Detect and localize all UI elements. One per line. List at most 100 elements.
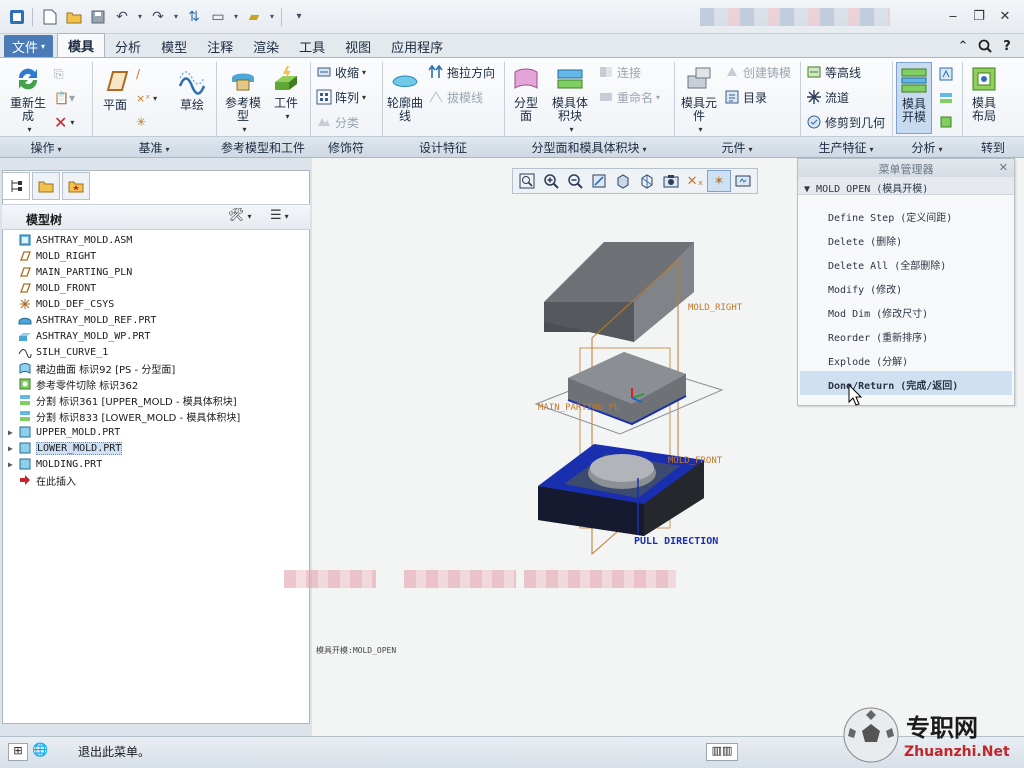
reference-model-button[interactable]: 参考模型 ▾ — [222, 64, 264, 136]
menu-item[interactable]: Define Step (定义间距) — [798, 203, 1014, 227]
tree-item[interactable]: ▶ LOWER_MOLD.PRT — [8, 440, 308, 456]
analysis-small-2-button[interactable] — [938, 88, 957, 108]
classify-button[interactable]: 分类 — [316, 112, 359, 132]
tree-item[interactable]: MOLD_FRONT — [8, 280, 308, 296]
expand-arrow-icon[interactable]: ▶ — [8, 444, 18, 453]
tree-item[interactable]: SILH_CURVE_1 — [8, 344, 308, 360]
group-label-parting-volume[interactable]: 分型面和模具体积块 ▾ — [504, 139, 674, 155]
expand-arrow-icon[interactable]: ▶ — [8, 428, 18, 437]
mold-volume-dropdown-icon[interactable]: ▾ — [569, 123, 573, 136]
expand-arrow-icon[interactable]: ▶ — [8, 460, 18, 469]
tab-model[interactable]: 模型 — [151, 35, 197, 57]
tab-render[interactable]: 渲染 — [243, 35, 289, 57]
shrink-button[interactable]: 收缩 ▾ — [316, 62, 366, 82]
tree-item[interactable]: MOLD_DEF_CSYS — [8, 296, 308, 312]
datum-csys-button[interactable]: ✳ — [136, 112, 146, 132]
restore-icon[interactable]: ❐ — [970, 8, 988, 24]
group-label-operations[interactable]: 操作 ▾ — [0, 139, 92, 155]
datum-axis-button[interactable]: / — [136, 64, 140, 84]
customize-toolbar-icon[interactable]: ▾ — [288, 6, 310, 28]
favorites-tab-icon[interactable] — [62, 172, 90, 200]
group-label-production[interactable]: 生产特征 ▾ — [800, 139, 892, 155]
pattern-button[interactable]: 阵列 ▾ — [316, 87, 366, 107]
drag-direction-button[interactable]: 拖拉方向 — [428, 62, 495, 82]
contour-curve-button[interactable]: 轮廓曲线 — [386, 64, 424, 123]
analysis-small-1-button[interactable] — [938, 64, 957, 84]
windows-dropdown-icon[interactable]: ▾ — [231, 6, 241, 28]
view-manager-icon[interactable] — [659, 170, 683, 192]
regenerate-dropdown-icon[interactable]: ▾ — [27, 123, 31, 136]
spin-center-icon[interactable]: ✶ — [707, 170, 731, 192]
analysis-small-3-button[interactable] — [938, 112, 957, 132]
model-tree-tab-icon[interactable] — [2, 172, 30, 200]
tree-item[interactable]: 参考零件切除 标识362 — [8, 376, 308, 392]
menu-item[interactable]: Mod Dim (修改尺寸) — [798, 299, 1014, 323]
tree-item[interactable]: ▶ UPPER_MOLD.PRT — [8, 424, 308, 440]
copy-button[interactable]: ⎘ — [54, 64, 64, 84]
tree-item[interactable]: ASHTRAY_MOLD.ASM — [8, 232, 308, 248]
workpiece-dropdown-icon[interactable]: ▾ — [285, 110, 289, 123]
menu-item[interactable]: Explode (分解) — [798, 347, 1014, 371]
tab-view[interactable]: 视图 — [335, 35, 381, 57]
group-label-analysis[interactable]: 分析 ▾ — [892, 139, 962, 155]
group-label-datum[interactable]: 基准 ▾ — [92, 139, 216, 155]
menu-item[interactable]: Reorder (重新排序) — [798, 323, 1014, 347]
open-folder-icon[interactable] — [63, 6, 85, 28]
mold-volume-button[interactable]: 模具体积块 ▾ — [548, 64, 592, 136]
reference-model-dropdown-icon[interactable]: ▾ — [242, 123, 246, 136]
tree-item[interactable]: ASHTRAY_MOLD_WP.PRT — [8, 328, 308, 344]
close-icon[interactable]: ✕ — [996, 8, 1014, 24]
mold-component-button[interactable]: 模具元件 ▾ — [678, 64, 720, 136]
runner-button[interactable]: 流道 — [806, 87, 849, 107]
close-window-icon[interactable]: ▰ — [243, 6, 265, 28]
mold-open-button[interactable]: 模具开模 — [896, 62, 932, 134]
status-selection-filter-icon[interactable]: ▥▥ — [706, 743, 738, 761]
menu-item[interactable]: Delete (删除) — [798, 227, 1014, 251]
saved-orientations-icon[interactable] — [635, 170, 659, 192]
status-tree-toggle-icon[interactable]: ⊞ — [8, 743, 28, 761]
datum-point-button[interactable]: ×ˣ ▾ — [136, 88, 157, 108]
tree-item[interactable]: 在此插入 — [8, 472, 308, 488]
zoom-out-icon[interactable] — [563, 170, 587, 192]
collapse-ribbon-icon[interactable]: ⌃ — [954, 37, 972, 55]
parting-surface-button[interactable]: 分型面 — [508, 64, 544, 123]
tree-item[interactable]: MAIN_PARTING_PLN — [8, 264, 308, 280]
tab-annotate[interactable]: 注释 — [197, 35, 243, 57]
mold-3d-view[interactable] — [520, 228, 780, 558]
menu-item[interactable]: Modify (修改) — [798, 275, 1014, 299]
plane-button[interactable]: 平面 — [98, 66, 132, 112]
save-icon[interactable] — [87, 6, 109, 28]
minimize-icon[interactable]: ‒ — [944, 8, 962, 24]
workpiece-button[interactable]: 工件 ▾ — [268, 64, 304, 123]
menu-manager-close-icon[interactable]: ✕ — [999, 161, 1008, 174]
display-style-icon[interactable] — [611, 170, 635, 192]
tab-analysis[interactable]: 分析 — [105, 35, 151, 57]
folder-browser-tab-icon[interactable] — [32, 172, 60, 200]
tree-columns-icon[interactable]: ☰ ▾ — [270, 208, 289, 223]
tab-tools[interactable]: 工具 — [289, 35, 335, 57]
tree-item[interactable]: MOLD_RIGHT — [8, 248, 308, 264]
redo-icon[interactable]: ↷ — [147, 6, 169, 28]
redo-dropdown-icon[interactable]: ▾ — [171, 6, 181, 28]
mold-layout-button[interactable]: 模具布局 — [966, 64, 1002, 123]
group-label-components[interactable]: 元件 ▾ — [674, 139, 800, 155]
refit-icon[interactable] — [515, 170, 539, 192]
tree-settings-icon[interactable]: 🛠 ▾ — [228, 208, 252, 223]
tab-mold[interactable]: 模具 — [57, 33, 106, 57]
rename-button[interactable]: 重命名 ▾ — [598, 87, 660, 107]
regenerate-icon[interactable]: ⇅ — [183, 6, 205, 28]
datum-display-filter-icon[interactable]: ✕ₓ — [683, 170, 707, 192]
zoom-in-icon[interactable] — [539, 170, 563, 192]
regenerate-button[interactable]: 重新生成 ▾ — [8, 64, 48, 136]
paste-button[interactable]: 📋▾ — [54, 88, 75, 108]
tree-item[interactable]: 分割 标识833 [LOWER_MOLD - 模具体积块] — [8, 408, 308, 424]
create-casting-button[interactable]: 创建铸模 — [724, 62, 791, 82]
close-dropdown-icon[interactable]: ▾ — [267, 6, 277, 28]
menu-item[interactable]: Delete All (全部删除) — [798, 251, 1014, 275]
tab-applications[interactable]: 应用程序 — [381, 35, 453, 57]
new-file-icon[interactable] — [39, 6, 61, 28]
tree-item[interactable]: 分割 标识361 [UPPER_MOLD - 模具体积块] — [8, 392, 308, 408]
tree-item[interactable]: ▶ MOLDING.PRT — [8, 456, 308, 472]
delete-button[interactable]: ✕ ▾ — [54, 112, 74, 132]
undo-dropdown-icon[interactable]: ▾ — [135, 6, 145, 28]
